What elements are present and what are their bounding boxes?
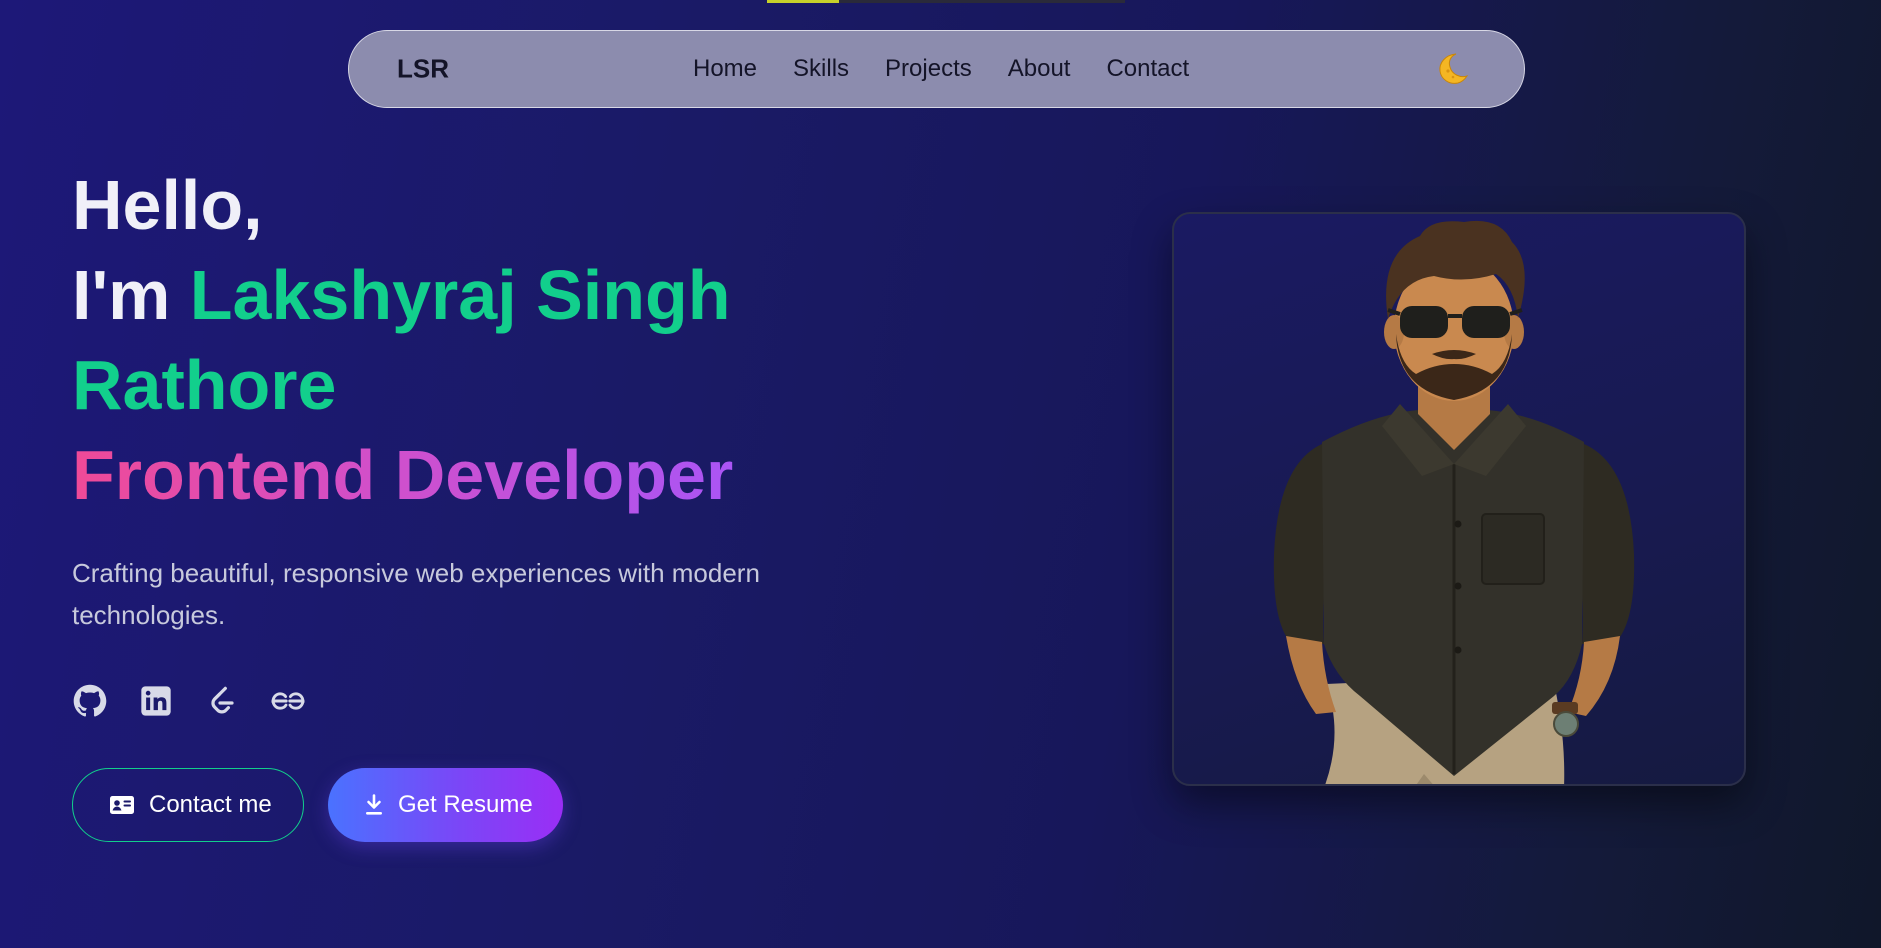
scroll-progress-fill — [767, 0, 839, 3]
hero-subtitle: Crafting beautiful, responsive web exper… — [72, 558, 760, 630]
leetcode-link[interactable] — [204, 683, 240, 719]
hero-role-line: Frontend Developer — [72, 430, 733, 520]
hero-role: Frontend Developer — [72, 436, 734, 514]
profile-portrait — [1172, 212, 1746, 786]
nav-link-skills[interactable]: Skills — [793, 55, 849, 83]
hero-heading: Hello, I'm Lakshyraj Singh Rathore Front… — [72, 160, 733, 520]
download-icon — [366, 794, 382, 815]
github-icon — [73, 684, 107, 717]
get-resume-label: Get Resume — [398, 791, 533, 818]
leetcode-icon — [211, 686, 234, 714]
hero-greeting: Hello, — [72, 166, 263, 244]
scroll-progress-bar — [767, 0, 1125, 3]
social-links — [72, 683, 306, 719]
hero-name-part2: Rathore — [72, 346, 337, 424]
hero-name-line: I'm Lakshyraj Singh — [72, 250, 733, 340]
nav-link-home[interactable]: Home — [693, 55, 757, 83]
hero-name-part1: Lakshyraj Singh — [189, 256, 731, 334]
site-logo[interactable]: LSR — [397, 54, 449, 85]
cartoon-avatar-illustration — [1273, 220, 1635, 784]
navbar: LSR Home Skills Projects About Contact — [348, 30, 1525, 108]
linkedin-link[interactable] — [138, 683, 174, 719]
nav-link-projects[interactable]: Projects — [885, 55, 972, 83]
contact-card-icon — [110, 796, 134, 814]
hero-buttons: Contact me Get Resume — [72, 768, 563, 842]
theme-toggle-button[interactable] — [1432, 49, 1472, 89]
contact-me-button[interactable]: Contact me — [72, 768, 304, 842]
nav-link-about[interactable]: About — [1008, 55, 1071, 83]
linkedin-icon — [141, 686, 171, 716]
get-resume-button[interactable]: Get Resume — [328, 768, 563, 842]
github-link[interactable] — [72, 683, 108, 719]
hero-im-text: I'm — [72, 256, 171, 334]
moon-icon — [1439, 53, 1469, 84]
nav-link-contact[interactable]: Contact — [1106, 55, 1189, 83]
geeksforgeeks-icon — [271, 692, 305, 710]
nav-links: Home Skills Projects About Contact — [693, 55, 1189, 83]
geeksforgeeks-link[interactable] — [270, 683, 306, 719]
contact-me-label: Contact me — [149, 791, 272, 818]
